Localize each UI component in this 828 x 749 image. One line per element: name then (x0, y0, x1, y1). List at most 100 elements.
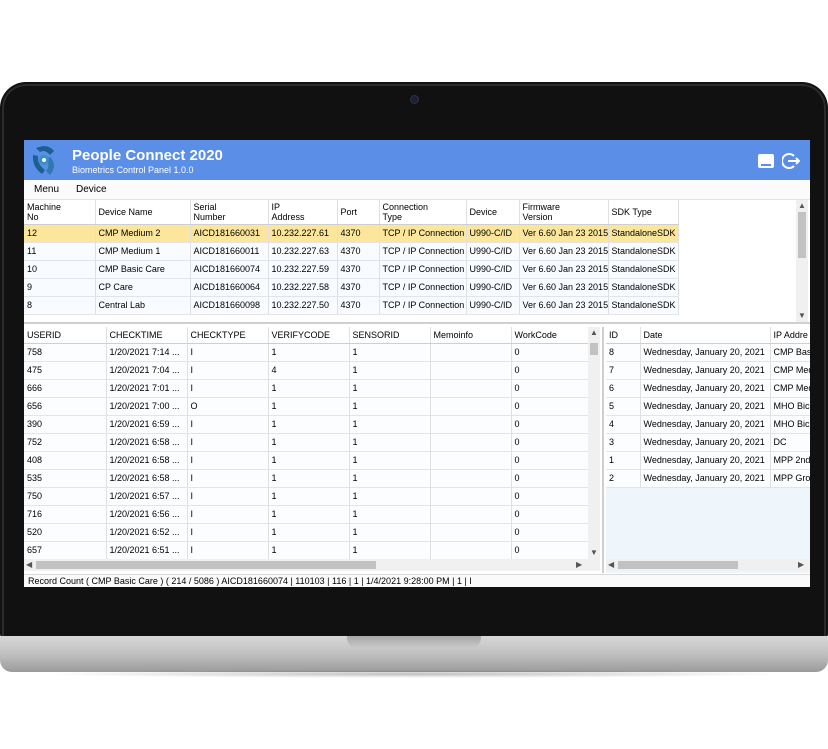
device-cell: StandaloneSDK (608, 260, 679, 279)
scroll-up-icon[interactable]: ▲ (798, 202, 806, 210)
minimize-icon[interactable] (757, 152, 775, 170)
logs-column-header[interactable]: WorkCode (511, 327, 589, 344)
history-cell: 7 (606, 361, 641, 380)
devices-column-header[interactable]: Machine No (24, 200, 96, 225)
log-row[interactable]: 666 1/20/2021 7:01 ... I 1 1 0 (24, 379, 589, 398)
menu-item-menu[interactable]: Menu (34, 184, 59, 195)
log-row[interactable]: 408 1/20/2021 6:58 ... I 1 1 0 (24, 451, 589, 470)
logout-icon[interactable] (782, 152, 800, 170)
history-row[interactable]: 1 Wednesday, January 20, 2021 MPP 2nd (606, 451, 810, 470)
logs-column-header[interactable]: VERIFYCODE (268, 327, 350, 344)
history-row[interactable]: 3 Wednesday, January 20, 2021 DC (606, 433, 810, 452)
scroll-up-icon[interactable]: ▲ (590, 329, 598, 337)
logs-column-header[interactable]: CHECKTIME (106, 327, 188, 344)
history-column-header[interactable]: Date (640, 327, 771, 344)
log-cell: 1 (268, 541, 350, 560)
log-cell: 1 (268, 451, 350, 470)
history-row[interactable]: 5 Wednesday, January 20, 2021 MHO Bic (606, 397, 810, 416)
column-header-line: Device (469, 206, 498, 217)
column-header-line: Port (340, 206, 358, 217)
device-cell: U990-C/ID (466, 224, 520, 243)
scroll-left-icon[interactable]: ◀ (608, 561, 614, 569)
log-cell (430, 361, 512, 380)
devices-column-header[interactable]: Serial Number (190, 200, 269, 225)
device-cell: 10.232.227.50 (268, 296, 338, 315)
log-cell: 1 (268, 379, 350, 398)
log-cell: 750 (24, 487, 107, 506)
history-hscroll-thumb[interactable] (618, 561, 738, 569)
log-cell: I (187, 523, 269, 542)
logs-column-header[interactable]: CHECKTYPE (187, 327, 269, 344)
history-cell: CMP Med (770, 361, 810, 380)
device-cell: 11 (24, 242, 96, 261)
history-cell: DC (770, 433, 810, 452)
history-hscroll[interactable]: ◀ ▶ (606, 559, 810, 571)
logs-column-header[interactable]: Memoinfo (430, 327, 512, 344)
device-cell: AICD181660064 (190, 278, 269, 297)
log-row[interactable]: 752 1/20/2021 6:58 ... I 1 1 0 (24, 433, 589, 452)
device-row[interactable]: 11 CMP Medium 1 AICD181660011 10.232.227.63… (24, 242, 679, 261)
devices-scroll-thumb[interactable] (798, 212, 806, 258)
history-cell: 8 (606, 343, 641, 362)
logs-column-header[interactable]: SENSORID (349, 327, 431, 344)
devices-column-header[interactable]: IP Address (268, 200, 338, 225)
logs-hscroll[interactable]: ◀ ▶ (24, 559, 600, 571)
device-row[interactable]: 12 CMP Medium 2 AICD181660031 10.232.227.61… (24, 224, 679, 243)
log-cell: 1/20/2021 6:57 ... (106, 487, 188, 506)
log-cell: I (187, 541, 269, 560)
device-row[interactable]: 10 CMP Basic Care AICD181660074 10.232.227.… (24, 260, 679, 279)
history-cell: CMP Med (770, 379, 810, 398)
logs-hscroll-thumb[interactable] (36, 561, 376, 569)
column-header-line: Version (522, 211, 553, 222)
device-row[interactable]: 8 Central Lab AICD181660098 10.232.227.50 43… (24, 296, 679, 315)
logs-vscroll[interactable]: ▲ ▼ (588, 327, 600, 559)
log-cell: 1 (349, 433, 431, 452)
menu-bar: Menu Device (24, 180, 810, 200)
log-cell: 0 (511, 469, 589, 488)
devices-column-header[interactable]: SDK Type (608, 200, 679, 225)
logs-column-header[interactable]: USERID (24, 327, 107, 344)
log-cell: I (187, 469, 269, 488)
scroll-right-icon[interactable]: ▶ (798, 561, 804, 569)
log-row[interactable]: 656 1/20/2021 7:00 ... O 1 1 0 (24, 397, 589, 416)
log-row[interactable]: 657 1/20/2021 6:51 ... I 1 1 0 (24, 541, 589, 560)
logs-scroll-thumb[interactable] (590, 343, 598, 355)
log-row[interactable]: 758 1/20/2021 7:14 ... I 1 1 0 (24, 343, 589, 362)
scroll-left-icon[interactable]: ◀ (26, 561, 32, 569)
log-cell: 657 (24, 541, 107, 560)
devices-vscroll[interactable]: ▲ ▼ (796, 200, 808, 322)
log-row[interactable]: 475 1/20/2021 7:04 ... I 4 1 0 (24, 361, 589, 380)
history-row[interactable]: 4 Wednesday, January 20, 2021 MHO Bic (606, 415, 810, 434)
history-row[interactable]: 2 Wednesday, January 20, 2021 MPP Gro (606, 469, 810, 488)
log-cell: 0 (511, 505, 589, 524)
devices-column-header[interactable]: Connection Type (379, 200, 467, 225)
history-row[interactable]: 7 Wednesday, January 20, 2021 CMP Med (606, 361, 810, 380)
log-cell: 4 (268, 361, 350, 380)
history-row[interactable]: 6 Wednesday, January 20, 2021 CMP Med (606, 379, 810, 398)
scroll-down-icon[interactable]: ▼ (590, 549, 598, 557)
log-row[interactable]: 390 1/20/2021 6:59 ... I 1 1 0 (24, 415, 589, 434)
log-row[interactable]: 535 1/20/2021 6:58 ... I 1 1 0 (24, 469, 589, 488)
devices-column-header[interactable]: Device Name (95, 200, 191, 225)
devices-column-header[interactable]: Firmware Version (519, 200, 609, 225)
history-column-header[interactable]: IP Addre (770, 327, 810, 344)
devices-column-header[interactable]: Port (337, 200, 380, 225)
history-row[interactable]: 8 Wednesday, January 20, 2021 CMP Bas (606, 343, 810, 362)
scroll-right-icon[interactable]: ▶ (576, 561, 582, 569)
laptop-shadow (40, 670, 788, 678)
log-row[interactable]: 750 1/20/2021 6:57 ... I 1 1 0 (24, 487, 589, 506)
log-row[interactable]: 716 1/20/2021 6:56 ... I 1 1 0 (24, 505, 589, 524)
column-header-line: Serial (193, 201, 217, 212)
device-cell: TCP / IP Connection (379, 260, 467, 279)
history-cell: 3 (606, 433, 641, 452)
log-row[interactable]: 520 1/20/2021 6:52 ... I 1 1 0 (24, 523, 589, 542)
menu-item-device[interactable]: Device (76, 184, 107, 195)
history-column-header[interactable]: ID (606, 327, 641, 344)
device-row[interactable]: 9 CP Care AICD181660064 10.232.227.58 4370 TC… (24, 278, 679, 297)
scroll-down-icon[interactable]: ▼ (798, 312, 806, 320)
log-cell: 0 (511, 487, 589, 506)
device-cell: CMP Medium 1 (95, 242, 191, 261)
log-cell: 1 (349, 505, 431, 524)
devices-column-header[interactable]: Device (466, 200, 520, 225)
log-cell (430, 505, 512, 524)
